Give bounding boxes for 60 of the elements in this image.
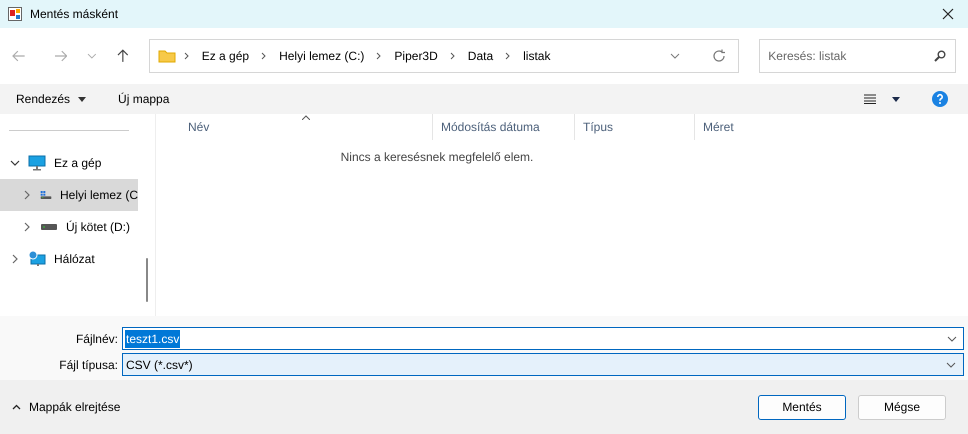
- drive-icon: [40, 188, 52, 202]
- sidebar-label: Helyi lemez (C: [60, 187, 138, 204]
- address-bar[interactable]: Ez a gép Helyi lemez (C:) Piper3D Data listak: [148, 39, 740, 73]
- chevron-right-icon: [376, 52, 382, 60]
- network-icon: [28, 251, 46, 267]
- folder-icon: [158, 49, 176, 63]
- drive-icon: [40, 223, 58, 231]
- forward-arrow-icon[interactable]: [54, 50, 68, 62]
- sidebar-label: Ez a gép: [54, 155, 102, 172]
- scrollbar-thumb[interactable]: [146, 258, 148, 302]
- breadcrumb-item[interactable]: Piper3D: [390, 47, 442, 65]
- empty-message: Nincs a keresésnek megfelelő elem.: [340, 149, 534, 166]
- breadcrumb-item[interactable]: listak: [519, 47, 554, 65]
- cancel-button[interactable]: Mégse: [858, 394, 946, 420]
- chevron-right-icon: [184, 52, 190, 60]
- filetype-dropdown[interactable]: CSV (*.csv*): [122, 353, 964, 376]
- app-icon: [8, 7, 22, 21]
- column-header[interactable]: Típus: [574, 114, 694, 140]
- help-icon[interactable]: [932, 91, 948, 107]
- filename-label: Fájlnév:: [74, 330, 119, 348]
- sidebar-item[interactable]: Ez a gép: [0, 147, 138, 179]
- save-button[interactable]: Mentés: [758, 394, 846, 420]
- chevron-right-icon[interactable]: [22, 190, 32, 200]
- up-arrow-icon[interactable]: [117, 49, 129, 63]
- chevron-right-icon: [450, 52, 456, 60]
- breadcrumb-item[interactable]: Helyi lemez (C:): [275, 47, 368, 65]
- chevron-right-icon[interactable]: [22, 222, 32, 232]
- monitor-icon: [28, 155, 46, 171]
- back-arrow-icon[interactable]: [12, 50, 26, 62]
- chevron-right-icon[interactable]: [10, 254, 20, 264]
- column-header[interactable]: Méret: [694, 114, 774, 140]
- filetype-label: Fájl típusa:: [58, 356, 119, 374]
- column-header[interactable]: Név: [156, 114, 432, 140]
- search-icon: [934, 50, 946, 62]
- search-field[interactable]: Keresés: listak: [759, 39, 956, 73]
- filename-field[interactable]: teszt1.csv: [122, 327, 964, 350]
- organize-button[interactable]: Rendezés: [16, 90, 86, 108]
- sidebar-label: Hálózat: [54, 251, 95, 268]
- caret-down-icon: [78, 96, 86, 102]
- chevron-right-icon: [261, 52, 268, 60]
- view-list-icon[interactable]: [864, 94, 876, 104]
- refresh-icon[interactable]: [712, 49, 726, 63]
- breadcrumb-item[interactable]: Ez a gép: [198, 47, 254, 65]
- sidebar-item[interactable]: Új kötet (D:): [0, 211, 138, 243]
- window-title: Mentés másként: [30, 6, 118, 23]
- hide-folders-button[interactable]: Mappák elrejtése: [12, 398, 120, 416]
- sidebar-label: Új kötet (D:): [66, 219, 130, 236]
- column-header[interactable]: Módosítás dátuma: [432, 114, 574, 140]
- caret-down-icon[interactable]: [892, 96, 900, 102]
- sidebar-item[interactable]: Helyi lemez (C: [0, 179, 138, 211]
- chevron-down-icon: [947, 334, 957, 342]
- filename-value: teszt1.csv: [125, 330, 180, 348]
- chevron-down-icon: [946, 360, 956, 368]
- new-folder-button[interactable]: Új mappa: [118, 90, 170, 108]
- chevron-right-icon: [505, 52, 512, 60]
- sidebar-item[interactable]: Hálózat: [0, 243, 138, 275]
- chevron-down-icon[interactable]: [10, 158, 20, 168]
- chevron-up-icon: [12, 404, 21, 410]
- close-icon: [942, 8, 954, 20]
- breadcrumb-item[interactable]: Data: [464, 47, 498, 65]
